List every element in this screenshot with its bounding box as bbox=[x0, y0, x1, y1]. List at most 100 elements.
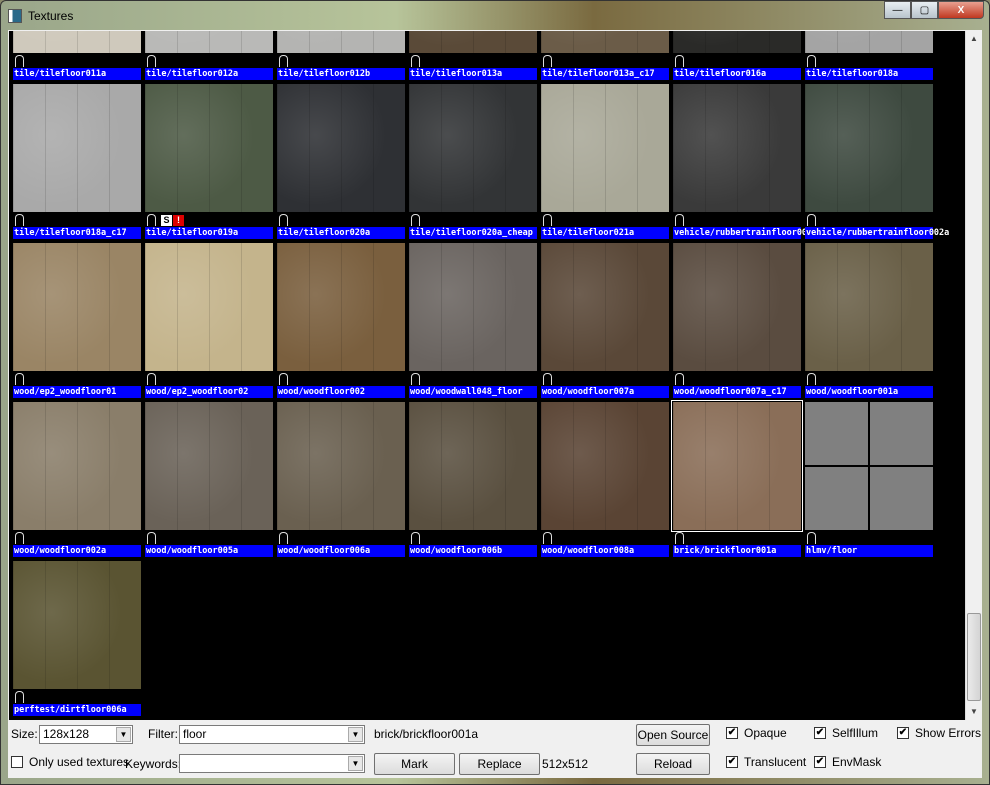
texture-tile[interactable]: brick/brickfloor001a bbox=[671, 400, 803, 561]
only-used-textures-checkbox[interactable]: Only used textures bbox=[11, 755, 129, 769]
texture-tile[interactable]: wood/woodfloor002a bbox=[13, 402, 141, 561]
texture-tile[interactable]: tile/tilefloor013a bbox=[409, 31, 537, 84]
check-icon[interactable]: ✔ bbox=[897, 727, 909, 739]
keywords-input[interactable]: ▼ bbox=[179, 754, 365, 773]
texture-thumbnail[interactable] bbox=[277, 84, 405, 212]
texture-tile[interactable]: wood/ep2_woodfloor02 bbox=[145, 243, 273, 402]
texture-name-label: tile/tilefloor019a bbox=[145, 227, 273, 239]
texture-thumbnail[interactable] bbox=[673, 243, 801, 371]
texture-tile[interactable]: S! tile/tilefloor019a bbox=[145, 84, 273, 243]
texture-thumbnail[interactable] bbox=[145, 402, 273, 530]
envmask-checkbox[interactable]: ✔ EnvMask bbox=[814, 755, 881, 769]
texture-thumbnail[interactable] bbox=[671, 400, 803, 532]
texture-tile[interactable]: vehicle/rubbertrainfloor001a bbox=[673, 84, 818, 243]
maximize-button[interactable]: ▢ bbox=[911, 1, 938, 19]
texture-grid[interactable]: tile/tilefloor011a tile/tilefloor012a tile… bbox=[9, 31, 965, 720]
texture-tile[interactable]: wood/woodfloor001a bbox=[805, 243, 933, 402]
reload-button[interactable]: Reload bbox=[636, 753, 710, 775]
texture-name-label: vehicle/rubbertrainfloor001a bbox=[673, 227, 818, 239]
client-area: tile/tilefloor011a tile/tilefloor012a tile… bbox=[8, 30, 982, 778]
texture-thumbnail[interactable] bbox=[805, 402, 933, 530]
texture-tile[interactable]: tile/tilefloor012b bbox=[277, 31, 405, 84]
texture-thumbnail[interactable] bbox=[145, 84, 273, 212]
texture-thumbnail[interactable] bbox=[409, 84, 537, 212]
texture-tile[interactable]: tile/tilefloor021a bbox=[541, 84, 669, 243]
translucent-checkbox[interactable]: ✔ Translucent bbox=[726, 755, 806, 769]
texture-tile[interactable]: tile/tilefloor020a bbox=[277, 84, 405, 243]
texture-tile[interactable]: wood/woodfloor005a bbox=[145, 402, 273, 561]
tile-marker bbox=[543, 532, 552, 544]
tile-marker bbox=[15, 691, 24, 703]
minimize-button[interactable]: — bbox=[884, 1, 911, 19]
texture-thumbnail[interactable] bbox=[541, 402, 669, 530]
texture-tile[interactable]: perftest/dirtfloor006a bbox=[13, 561, 141, 720]
texture-thumbnail[interactable] bbox=[409, 31, 537, 53]
texture-tile[interactable]: tile/tilefloor020a_cheap bbox=[409, 84, 537, 243]
check-icon[interactable]: ✔ bbox=[814, 756, 826, 768]
texture-thumbnail[interactable] bbox=[145, 243, 273, 371]
scroll-thumb[interactable] bbox=[967, 613, 981, 701]
texture-thumbnail[interactable] bbox=[541, 243, 669, 371]
open-source-button[interactable]: Open Source bbox=[636, 724, 710, 746]
texture-thumbnail[interactable] bbox=[13, 243, 141, 371]
texture-tile[interactable]: wood/ep2_woodfloor01 bbox=[13, 243, 141, 402]
texture-thumbnail[interactable] bbox=[673, 84, 801, 212]
texture-thumbnail[interactable] bbox=[805, 84, 933, 212]
check-icon[interactable]: ✔ bbox=[726, 727, 738, 739]
texture-tile[interactable]: wood/woodfloor007a_c17 bbox=[673, 243, 801, 402]
texture-tile[interactable]: wood/woodfloor002 bbox=[277, 243, 405, 402]
check-icon[interactable]: ✔ bbox=[726, 756, 738, 768]
texture-tile[interactable]: wood/woodfloor006a bbox=[277, 402, 405, 561]
texture-tile[interactable]: tile/tilefloor013a_c17 bbox=[541, 31, 669, 84]
chevron-down-icon[interactable]: ▼ bbox=[348, 727, 363, 742]
selfillum-checkbox[interactable]: ✔ SelfIllum bbox=[814, 726, 878, 740]
texture-thumbnail[interactable] bbox=[145, 31, 273, 53]
texture-thumbnail[interactable] bbox=[673, 31, 801, 53]
vertical-scrollbar[interactable]: ▲ ▼ bbox=[965, 31, 982, 720]
texture-thumbnail[interactable] bbox=[805, 243, 933, 371]
texture-thumbnail[interactable] bbox=[13, 402, 141, 530]
tile-marker bbox=[147, 532, 156, 544]
texture-thumbnail[interactable] bbox=[13, 84, 141, 212]
texture-name-label: wood/woodfloor001a bbox=[805, 386, 933, 398]
show-errors-checkbox[interactable]: ✔ Show Errors bbox=[897, 726, 981, 740]
replace-button[interactable]: Replace bbox=[459, 753, 540, 775]
size-select[interactable]: 128x128 ▼ bbox=[39, 725, 133, 744]
scroll-up-arrow-icon[interactable]: ▲ bbox=[966, 31, 982, 47]
texture-thumbnail[interactable] bbox=[409, 243, 537, 371]
texture-tile[interactable]: vehicle/rubbertrainfloor002a bbox=[805, 84, 949, 243]
close-button[interactable]: X bbox=[938, 1, 984, 19]
texture-thumbnail[interactable] bbox=[541, 84, 669, 212]
scroll-down-arrow-icon[interactable]: ▼ bbox=[966, 704, 982, 720]
texture-thumbnail[interactable] bbox=[409, 402, 537, 530]
texture-thumbnail[interactable] bbox=[277, 31, 405, 53]
texture-tile[interactable]: hlmv/floor bbox=[805, 402, 933, 561]
texture-tile[interactable]: tile/tilefloor012a bbox=[145, 31, 273, 84]
texture-tile[interactable]: tile/tilefloor018a bbox=[805, 31, 933, 84]
texture-thumbnail[interactable] bbox=[805, 31, 933, 53]
texture-name-label: tile/tilefloor011a bbox=[13, 68, 141, 80]
texture-tile[interactable]: wood/woodfloor007a bbox=[541, 243, 669, 402]
texture-name-label: tile/tilefloor020a_cheap bbox=[409, 227, 537, 239]
mark-button[interactable]: Mark bbox=[374, 753, 455, 775]
texture-thumbnail[interactable] bbox=[13, 561, 141, 689]
opaque-checkbox[interactable]: ✔ Opaque bbox=[726, 726, 787, 740]
texture-tile[interactable]: wood/woodfloor008a bbox=[541, 402, 669, 561]
texture-name-label: tile/tilefloor012a bbox=[145, 68, 273, 80]
texture-tile[interactable]: tile/tilefloor016a bbox=[673, 31, 801, 84]
texture-thumbnail[interactable] bbox=[13, 31, 141, 53]
texture-thumbnail[interactable] bbox=[277, 243, 405, 371]
tile-marker bbox=[15, 214, 24, 226]
texture-thumbnail[interactable] bbox=[277, 402, 405, 530]
texture-tile[interactable]: wood/woodwall048_floor bbox=[409, 243, 537, 402]
texture-thumbnail[interactable] bbox=[541, 31, 669, 53]
chevron-down-icon[interactable]: ▼ bbox=[116, 727, 131, 742]
texture-name-label: wood/woodfloor006b bbox=[409, 545, 537, 557]
filter-input[interactable]: floor ▼ bbox=[179, 725, 365, 744]
texture-tile[interactable]: tile/tilefloor011a bbox=[13, 31, 141, 84]
chevron-down-icon[interactable]: ▼ bbox=[348, 756, 363, 771]
texture-tile[interactable]: tile/tilefloor018a_c17 bbox=[13, 84, 141, 243]
texture-tile[interactable]: wood/woodfloor006b bbox=[409, 402, 537, 561]
check-icon[interactable]: ✔ bbox=[814, 727, 826, 739]
checkbox-box[interactable] bbox=[11, 756, 23, 768]
